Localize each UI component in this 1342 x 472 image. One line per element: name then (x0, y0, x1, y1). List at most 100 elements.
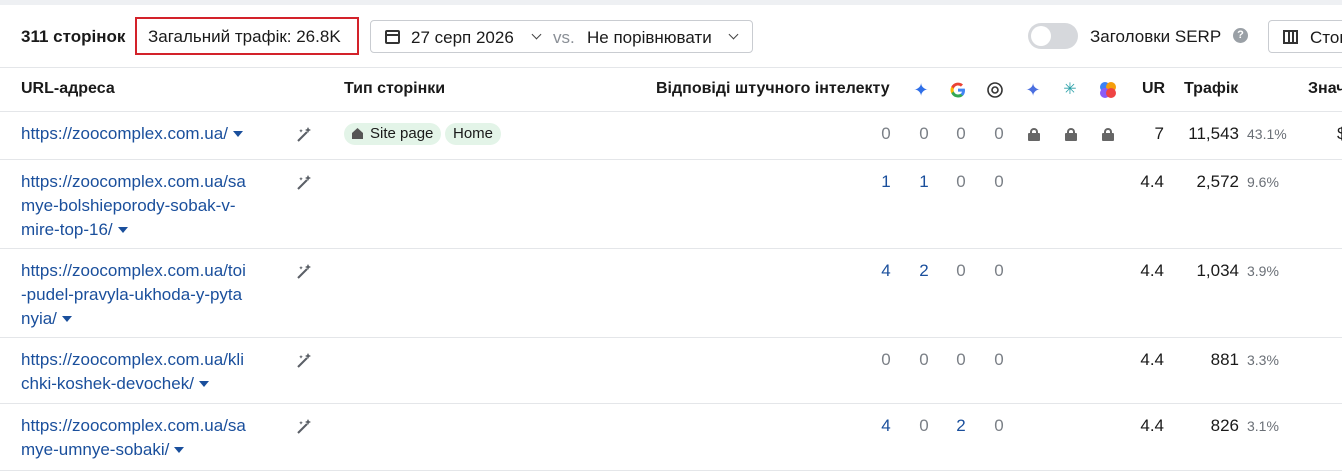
traffic-value: 1,034 (1196, 261, 1239, 280)
ai-answer-count: 0 (994, 124, 1004, 143)
google-icon[interactable] (948, 80, 968, 100)
tag-label: Home (453, 125, 494, 142)
url-link[interactable]: https://zoocomplex.com.ua/ (21, 122, 273, 146)
chevron-down-icon (728, 29, 739, 40)
magic-wand-icon[interactable] (295, 352, 315, 372)
ur-value: 4.4 (1140, 172, 1164, 191)
url-text-line: mire-top-16/ (21, 220, 113, 239)
caret-down-icon[interactable] (117, 227, 128, 233)
ai-answer-count: 0 (956, 172, 966, 191)
traffic-share: 3.3% (1247, 352, 1279, 368)
url-text-line: chki-koshek-devochek/ (21, 374, 194, 393)
url-link[interactable]: https://zoocomplex.com.ua/sa mye-bolshiep… (21, 170, 273, 242)
table-row: https://zoocomplex.com.ua/kli chki-koshek… (0, 338, 1342, 403)
traffic-value: 2,572 (1196, 172, 1239, 191)
ai-answer-count: 0 (994, 350, 1004, 369)
date-label: 27 серп 2026 (411, 28, 514, 47)
columns-button[interactable]: Стовпці (1268, 20, 1342, 53)
ur-value: 7 (1154, 124, 1164, 143)
pages-count: 311 сторінок (21, 27, 126, 46)
serp-label: Заголовки SERP (1090, 27, 1222, 46)
url-link[interactable]: https://zoocomplex.com.ua/toi -pudel-prav… (21, 259, 273, 331)
lock-icon[interactable] (1065, 128, 1077, 141)
ur-value: 4.4 (1140, 350, 1164, 369)
caret-down-icon[interactable] (174, 447, 185, 453)
url-text-line: https://zoocomplex.com.ua/sa (21, 416, 246, 435)
caret-down-icon[interactable] (61, 316, 72, 322)
header-ur[interactable]: UR (1142, 80, 1165, 98)
chatgpt-icon[interactable] (985, 80, 1005, 100)
ai-answer-count[interactable]: 4 (876, 416, 896, 436)
table-row: https://zoocomplex.com.ua/sa mye-umnye-so… (0, 404, 1342, 470)
columns-icon (1283, 30, 1298, 44)
ai-answer-count: 0 (956, 124, 966, 143)
lock-icon[interactable] (1028, 128, 1040, 141)
ai-answer-count: 0 (881, 124, 891, 143)
page-type-tag: Site page (344, 123, 442, 145)
ai-answer-count[interactable]: 2 (914, 261, 934, 281)
perplexity-icon[interactable]: ✳ (1060, 80, 1080, 100)
toolbar: 311 сторінок Загальний трафік: 26.8K 27 … (0, 5, 1342, 67)
serp-toggle[interactable] (1028, 23, 1078, 49)
lock-body (1065, 133, 1077, 141)
header-value[interactable]: Значення (1308, 80, 1342, 98)
page-type-tag: Home (445, 123, 502, 145)
calendar-icon (385, 30, 400, 44)
lock-icon[interactable] (1102, 128, 1114, 141)
help-icon[interactable]: ? (1233, 28, 1248, 43)
table-row: https://zoocomplex.com.ua/sa mye-bolshiep… (0, 160, 1342, 248)
date-picker-button[interactable]: 27 серп 2026 vs. Не порівнювати (370, 20, 753, 53)
traffic-share: 9.6% (1247, 174, 1279, 190)
ai-answer-count: 0 (956, 261, 966, 280)
ur-value: 4.4 (1140, 416, 1164, 435)
copilot-icon[interactable] (1098, 80, 1118, 100)
ai-answer-count[interactable]: 2 (951, 416, 971, 436)
magic-wand-icon[interactable] (295, 418, 315, 438)
traffic-value: 881 (1210, 350, 1239, 369)
total-traffic: Загальний трафік: 26.8K (135, 17, 359, 55)
vs-label: vs. (553, 28, 575, 47)
ai-answer-count: 0 (956, 350, 966, 369)
caret-down-icon[interactable] (232, 131, 243, 137)
traffic-value: 11,543 (1188, 124, 1239, 143)
header-page-type[interactable]: Тип сторінки (344, 80, 445, 98)
sparkle-icon[interactable]: ✦ (911, 80, 931, 100)
magic-wand-icon[interactable] (295, 126, 315, 146)
traffic-value: 826 (1210, 416, 1239, 435)
ai-answer-count[interactable]: 1 (914, 172, 934, 192)
header-ai-answers[interactable]: Відповіді штучного інтелекту (656, 80, 890, 98)
url-link[interactable]: https://zoocomplex.com.ua/kli chki-koshek… (21, 348, 273, 396)
toggle-knob (1031, 26, 1051, 46)
compare-label: Не порівнювати (587, 28, 712, 47)
header-traffic[interactable]: Трафік (1184, 80, 1238, 98)
table-row: https://zoocomplex.com.ua/Site page Home 0… (0, 112, 1342, 159)
url-text-line: https://zoocomplex.com.ua/sa (21, 172, 246, 191)
lock-body (1028, 133, 1040, 141)
tag-label: Site page (370, 125, 434, 142)
url-text-line: https://zoocomplex.com.ua/kli (21, 350, 244, 369)
columns-label: Стовпці (1310, 28, 1342, 47)
ai-answer-count: 0 (919, 416, 929, 435)
url-text-line: nyia/ (21, 309, 57, 328)
header-url[interactable]: URL-адреса (21, 80, 115, 98)
ai-answer-count: 0 (994, 172, 1004, 191)
ur-value: 4.4 (1140, 261, 1164, 280)
caret-down-icon[interactable] (198, 381, 209, 387)
ai-answer-count: 0 (994, 261, 1004, 280)
lock-body (1102, 133, 1114, 141)
home-icon (352, 128, 363, 139)
row-divider (0, 470, 1342, 471)
gemini-icon[interactable]: ✦ (1023, 80, 1043, 100)
value-cell: $ (1337, 124, 1342, 143)
ai-answer-count[interactable]: 4 (876, 261, 896, 281)
ai-answer-count: 0 (994, 416, 1004, 435)
ai-answer-count: 0 (881, 350, 891, 369)
url-link[interactable]: https://zoocomplex.com.ua/sa mye-umnye-so… (21, 414, 273, 462)
url-text-line: -pudel-pravyla-ukhoda-y-pyta (21, 285, 243, 304)
table-header: URL-адреса Тип сторінки Відповіді штучно… (0, 67, 1342, 111)
traffic-share: 3.1% (1247, 418, 1279, 434)
traffic-share: 43.1% (1247, 126, 1287, 142)
ai-answer-count[interactable]: 1 (876, 172, 896, 192)
magic-wand-icon[interactable] (295, 263, 315, 283)
magic-wand-icon[interactable] (295, 174, 315, 194)
